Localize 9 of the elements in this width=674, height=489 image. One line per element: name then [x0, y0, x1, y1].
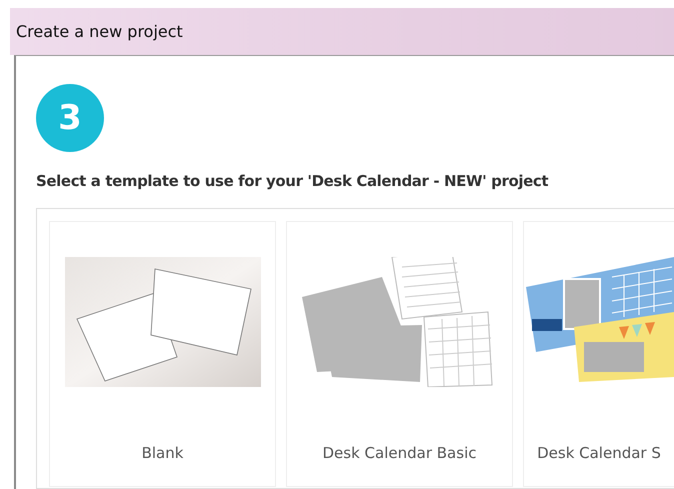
template-card[interactable]: Desk Calendar S	[523, 221, 674, 487]
instruction-heading: Select a template to use for your 'Desk Calendar - NEW' project	[36, 172, 550, 190]
template-name: Desk Calendar S	[537, 444, 661, 462]
window-title: Create a new project	[16, 22, 183, 41]
template-card[interactable]: Desk Calendar Basic	[286, 221, 513, 487]
template-name: Desk Calendar Basic	[322, 444, 476, 462]
template-card[interactable]: Blank	[49, 221, 276, 487]
template-name: Blank	[142, 444, 184, 462]
step-number-badge: 3	[36, 84, 104, 152]
